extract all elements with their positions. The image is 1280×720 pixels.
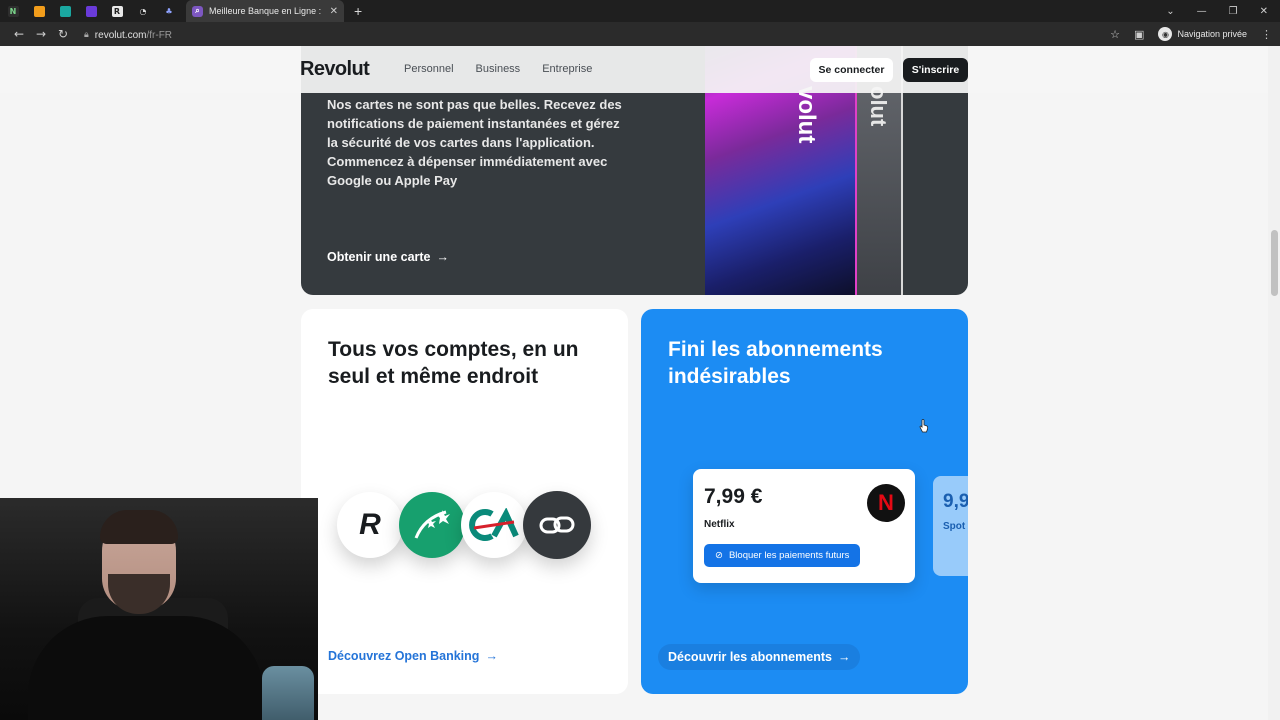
minimize-icon[interactable]: — [1197, 6, 1207, 17]
arrow-right-icon: → [436, 250, 450, 264]
restore-icon[interactable]: ❐ [1229, 6, 1238, 17]
notion-icon: N [7, 5, 19, 17]
tab-search-icon[interactable]: ⌄ [1166, 6, 1174, 17]
orange-app-icon [33, 5, 45, 17]
nav-business[interactable]: Business [476, 63, 521, 75]
credit-agricole-mark-icon [469, 508, 519, 541]
site-header: Revolut Personnel Business Entreprise Se… [0, 46, 1268, 93]
bnp-paribas-icon [399, 492, 465, 558]
revolut-icon: R [111, 5, 123, 17]
card-promo-text: Nos cartes ne sont pas que belles. Recev… [327, 97, 622, 188]
revolut-tab-icon: ⌕ [192, 5, 203, 17]
subscription-merchant: Netflix [704, 519, 735, 530]
browser-tab-bar: N R ◔ ♣ ⌕ Meilleure Banque en Ligne : Co… [0, 0, 1280, 22]
tab-notion[interactable]: N [0, 0, 26, 22]
address-bar: ← → ↻ 🔒︎ revolut.com/fr-FR ☆ ▣ ◉ Navigat… [0, 22, 1280, 46]
close-tab-icon[interactable]: ✕ [330, 6, 338, 17]
revolut-bank-logo: R [337, 492, 403, 558]
tab-orange[interactable] [26, 0, 52, 22]
subscription-price-next: 9,9 [943, 491, 968, 512]
revolut-logo[interactable]: Revolut [300, 58, 370, 81]
bnp-stars-icon [414, 510, 450, 539]
credit-agricole-icon [461, 492, 527, 558]
webcam-microphone [262, 666, 314, 720]
webcam-overlay [0, 498, 318, 720]
teal-app-icon [59, 5, 71, 17]
chain-icon [539, 516, 575, 534]
arrow-right-icon: → [837, 650, 851, 664]
open-banking-title: Tous vos comptes, en un seul et même end… [328, 338, 579, 388]
subscription-item: 7,99 € Netflix N ⊘ Bloquer les paiements… [693, 469, 915, 583]
block-payments-label: Bloquer les paiements futurs [728, 550, 850, 561]
subscriptions-link-label: Découvrir les abonnements [668, 650, 832, 664]
app-icon: ♣ [165, 6, 173, 16]
open-banking-link-label: Découvrez Open Banking [328, 649, 480, 663]
forward-icon[interactable]: → [30, 27, 52, 41]
subscription-price: 7,99 € [704, 485, 763, 508]
page-scrollbar[interactable] [1268, 46, 1280, 720]
get-card-label: Obtenir une carte [327, 250, 431, 264]
open-banking-link[interactable]: Découvrez Open Banking → [328, 649, 498, 663]
card-brand-text: volut [793, 86, 820, 144]
address-bar-actions: ☆ ▣ ◉ Navigation privée ⋮ [1110, 27, 1272, 41]
sidepanel-icon[interactable]: ▣ [1134, 28, 1144, 41]
revolut-bank-letter: R [359, 508, 381, 541]
nav-personnel[interactable]: Personnel [404, 63, 454, 75]
subscriptions-card: Fini les abonnements indésirables 7,99 €… [641, 309, 968, 694]
link-chain-icon [523, 491, 591, 559]
reload-icon[interactable]: ↻ [52, 27, 74, 41]
menu-icon[interactable]: ⋮ [1261, 28, 1272, 41]
tab-active[interactable]: ⌕ Meilleure Banque en Ligne : Com ✕ [186, 0, 344, 22]
close-window-icon[interactable]: ✕ [1260, 6, 1268, 17]
tab-pen[interactable] [78, 0, 104, 22]
scrollbar-thumb[interactable] [1271, 230, 1278, 296]
webcam-person-hair [100, 510, 178, 544]
subscription-merchant-next: Spot [943, 521, 966, 532]
signup-button[interactable]: S'inscrire [903, 58, 968, 82]
loading-icon: ◔ [139, 6, 147, 16]
get-card-link[interactable]: Obtenir une carte → [327, 250, 449, 264]
url-path: /fr-FR [146, 30, 173, 41]
mouse-cursor-icon [919, 419, 929, 433]
tab-teal[interactable] [52, 0, 78, 22]
incognito-icon: ◉ [1158, 27, 1173, 41]
back-icon[interactable]: ← [8, 27, 30, 41]
tab-revolut[interactable]: R [104, 0, 130, 22]
subscriptions-link[interactable]: Découvrir les abonnements → [658, 644, 861, 670]
tab-title: Meilleure Banque en Ligne : Com [209, 6, 324, 16]
window-controls: ⌄ — ❐ ✕ [1166, 6, 1280, 17]
webcam-person-body [28, 616, 264, 720]
open-banking-card: Tous vos comptes, en un seul et même end… [301, 309, 628, 694]
tab-loading[interactable]: ◔ [130, 0, 156, 22]
subscriptions-title: Fini les abonnements indésirables [668, 338, 883, 388]
tab-app[interactable]: ♣ [156, 0, 182, 22]
login-button[interactable]: Se connecter [810, 58, 893, 82]
url-host: revolut.com [94, 30, 147, 41]
arrow-right-icon: → [485, 649, 498, 663]
nav-entreprise[interactable]: Entreprise [542, 63, 592, 75]
incognito-label: Navigation privée [1177, 29, 1247, 39]
block-payments-button[interactable]: ⊘ Bloquer les paiements futurs [704, 544, 861, 567]
block-icon: ⊘ [715, 550, 723, 561]
main-nav: Personnel Business Entreprise [404, 63, 592, 75]
new-tab-icon[interactable]: + [354, 3, 362, 19]
lock-icon: 🔒︎ [84, 28, 89, 39]
incognito-indicator[interactable]: ◉ Navigation privée [1158, 27, 1247, 41]
pen-icon [85, 5, 97, 17]
url-field[interactable]: 🔒︎ revolut.com/fr-FR [84, 25, 172, 43]
star-icon[interactable]: ☆ [1110, 28, 1120, 41]
netflix-icon: N [867, 484, 905, 522]
subscription-item-next: 9,9 Spot [933, 476, 968, 576]
